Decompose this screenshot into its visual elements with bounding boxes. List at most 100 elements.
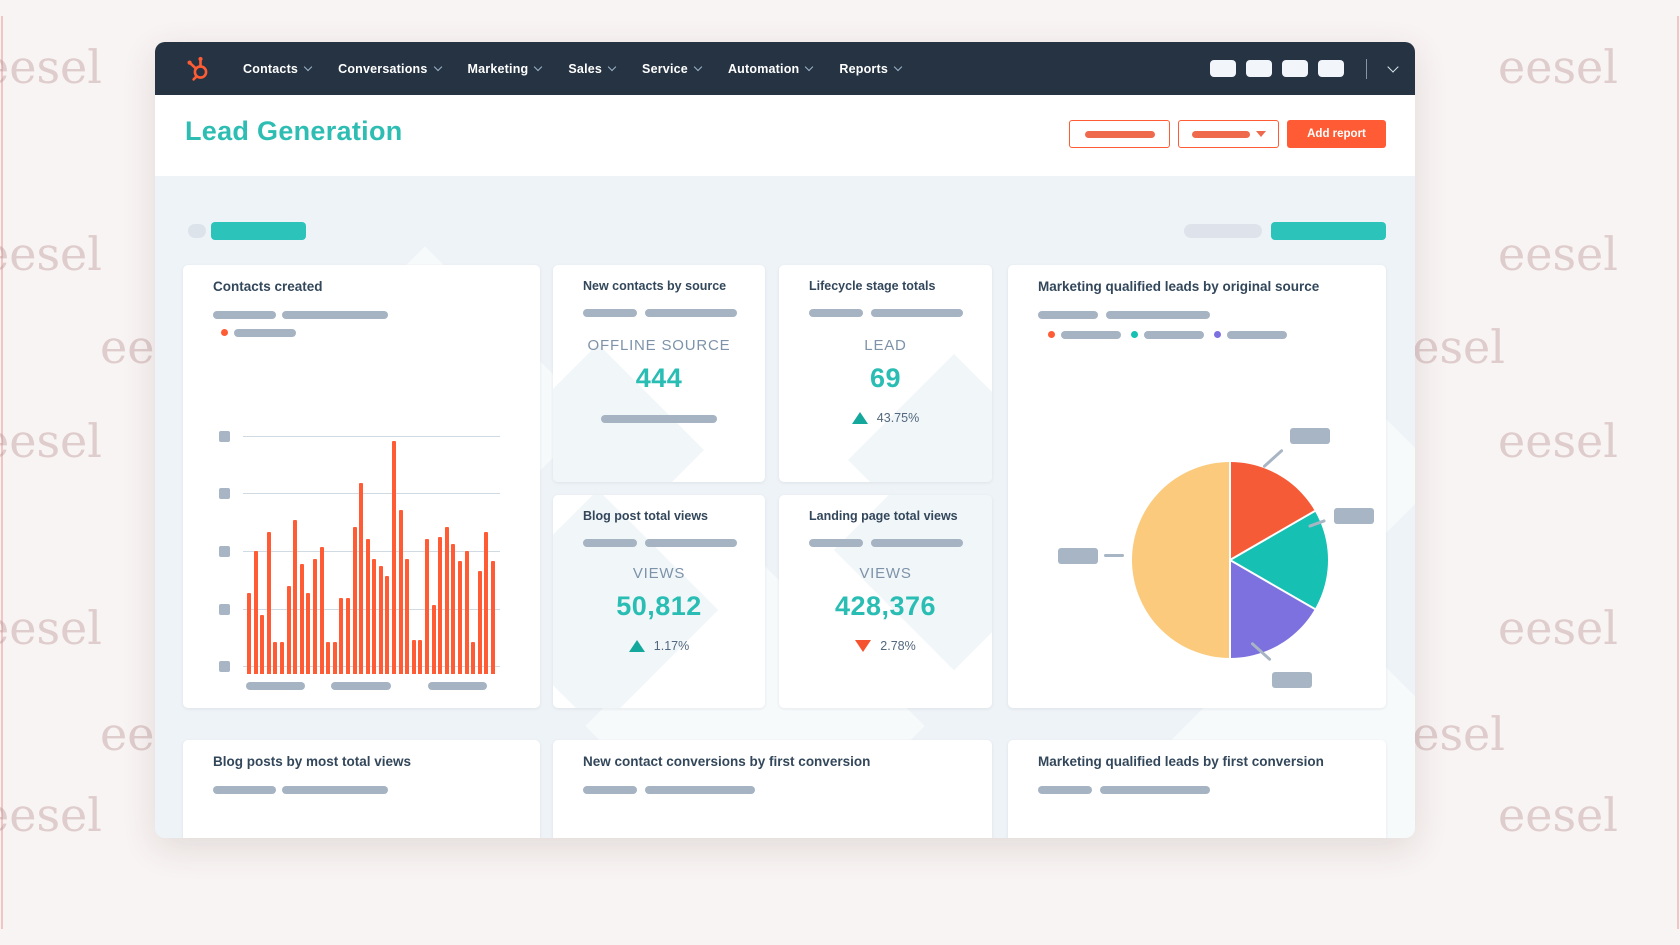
card-title: Marketing qualified leads by first conve… bbox=[1038, 754, 1324, 769]
placeholder-bar bbox=[282, 786, 388, 794]
legend-placeholder-bar bbox=[1227, 331, 1287, 339]
y-tick-placeholder bbox=[219, 661, 230, 672]
nav-item-reports[interactable]: Reports bbox=[839, 62, 901, 76]
delta-row: 1.17% bbox=[553, 639, 765, 653]
hubspot-logo[interactable] bbox=[185, 55, 211, 87]
account-chevron-down-icon[interactable] bbox=[1387, 61, 1398, 72]
add-report-button[interactable]: Add report bbox=[1287, 120, 1386, 148]
legend-dot bbox=[221, 329, 228, 336]
chevron-down-icon bbox=[894, 63, 902, 71]
bar bbox=[293, 520, 297, 674]
y-tick-placeholder bbox=[219, 604, 230, 615]
metric-value: 50,812 bbox=[553, 591, 765, 622]
nav-item-label: Contacts bbox=[243, 62, 298, 76]
watermark-text: eesel bbox=[0, 40, 102, 94]
trend-up-icon bbox=[852, 412, 868, 424]
legend-placeholder-bar bbox=[234, 329, 296, 337]
bar bbox=[267, 532, 271, 674]
nav-item-contacts[interactable]: Contacts bbox=[243, 62, 311, 76]
pie-callout-connector bbox=[1104, 554, 1124, 557]
trend-down-icon bbox=[855, 640, 871, 652]
placeholder-bar bbox=[282, 311, 388, 319]
bar bbox=[300, 564, 304, 674]
nav-item-sales[interactable]: Sales bbox=[568, 62, 615, 76]
nav-item-label: Sales bbox=[568, 62, 602, 76]
dashboard-tab-placeholder[interactable] bbox=[211, 222, 306, 240]
dropdown-caret-icon bbox=[1256, 131, 1266, 137]
dashboard-selector-placeholder[interactable] bbox=[188, 224, 206, 238]
card-title: Landing page total views bbox=[809, 509, 958, 523]
pie-callout-label bbox=[1272, 672, 1312, 688]
delta-row: 43.75% bbox=[779, 411, 992, 425]
nav-icon-placeholder[interactable] bbox=[1282, 60, 1308, 77]
chevron-down-icon bbox=[534, 63, 542, 71]
y-tick-placeholder bbox=[219, 431, 230, 442]
watermark-text: eesel bbox=[1498, 414, 1618, 468]
card-mql-by-original-source: Marketing qualified leads by original so… bbox=[1008, 265, 1386, 708]
placeholder-bar bbox=[1038, 311, 1098, 319]
bar bbox=[359, 483, 363, 674]
action-button-placeholder[interactable] bbox=[1271, 222, 1386, 240]
watermark-text: eesel bbox=[1498, 40, 1618, 94]
nav-item-label: Automation bbox=[728, 62, 799, 76]
nav-item-service[interactable]: Service bbox=[642, 62, 701, 76]
nav-menu: Contacts Conversations Marketing Sales S… bbox=[243, 42, 901, 95]
bar bbox=[346, 598, 350, 674]
bar bbox=[273, 642, 277, 674]
x-label-placeholder bbox=[246, 682, 305, 690]
card-new-contact-conversions: New contact conversions by first convers… bbox=[553, 740, 992, 838]
filter-button-1[interactable] bbox=[1069, 120, 1170, 148]
pie-callout-label bbox=[1334, 508, 1374, 524]
bar bbox=[366, 539, 370, 674]
pie-callout-label bbox=[1058, 548, 1098, 564]
bar bbox=[432, 605, 436, 674]
placeholder-bar bbox=[809, 539, 863, 547]
bar bbox=[353, 527, 357, 674]
bar bbox=[451, 544, 455, 674]
toolbar-placeholder[interactable] bbox=[1184, 224, 1262, 238]
bar bbox=[425, 539, 429, 674]
x-label-placeholder bbox=[331, 682, 391, 690]
watermark-text: eesel bbox=[0, 227, 102, 281]
bar bbox=[418, 640, 422, 674]
card-title: New contact conversions by first convers… bbox=[583, 754, 870, 769]
legend-dot bbox=[1214, 331, 1221, 338]
bar bbox=[379, 566, 383, 674]
nav-item-label: Reports bbox=[839, 62, 888, 76]
watermark-text: eesel bbox=[1498, 788, 1618, 842]
bar bbox=[260, 615, 264, 674]
chevron-down-icon bbox=[608, 63, 616, 71]
card-title: New contacts by source bbox=[583, 279, 726, 293]
bar bbox=[254, 551, 258, 674]
bar bbox=[333, 642, 337, 674]
legend-dot bbox=[1048, 331, 1055, 338]
delta-value: 2.78% bbox=[880, 639, 915, 653]
y-tick-placeholder bbox=[219, 488, 230, 499]
page-header: Lead Generation Add report bbox=[155, 95, 1415, 177]
card-blog-post-total-views: Blog post total views VIEWS 50,812 1.17% bbox=[553, 495, 765, 708]
card-contacts-created: Contacts created bbox=[183, 265, 540, 708]
filter-button-2[interactable] bbox=[1178, 120, 1279, 148]
delta-value: 1.17% bbox=[654, 639, 689, 653]
placeholder-bar bbox=[645, 539, 737, 547]
bar bbox=[445, 527, 449, 674]
card-title: Contacts created bbox=[213, 279, 323, 294]
placeholder-bar bbox=[871, 539, 963, 547]
bar-chart-bars bbox=[247, 428, 495, 674]
nav-item-marketing[interactable]: Marketing bbox=[468, 62, 542, 76]
nav-item-conversations[interactable]: Conversations bbox=[338, 62, 440, 76]
bar bbox=[326, 642, 330, 674]
bar bbox=[412, 640, 416, 674]
bar bbox=[405, 559, 409, 674]
nav-icon-placeholder[interactable] bbox=[1210, 60, 1236, 77]
metric-label: VIEWS bbox=[553, 565, 765, 582]
placeholder-bar bbox=[1100, 786, 1210, 794]
placeholder-bar bbox=[809, 309, 863, 317]
placeholder-bar bbox=[601, 415, 717, 423]
nav-item-automation[interactable]: Automation bbox=[728, 62, 812, 76]
nav-icon-placeholder[interactable] bbox=[1246, 60, 1272, 77]
metric-label: VIEWS bbox=[779, 565, 992, 582]
nav-icon-placeholder[interactable] bbox=[1318, 60, 1344, 77]
placeholder-bar bbox=[645, 786, 755, 794]
watermark-text: eesel bbox=[0, 788, 102, 842]
